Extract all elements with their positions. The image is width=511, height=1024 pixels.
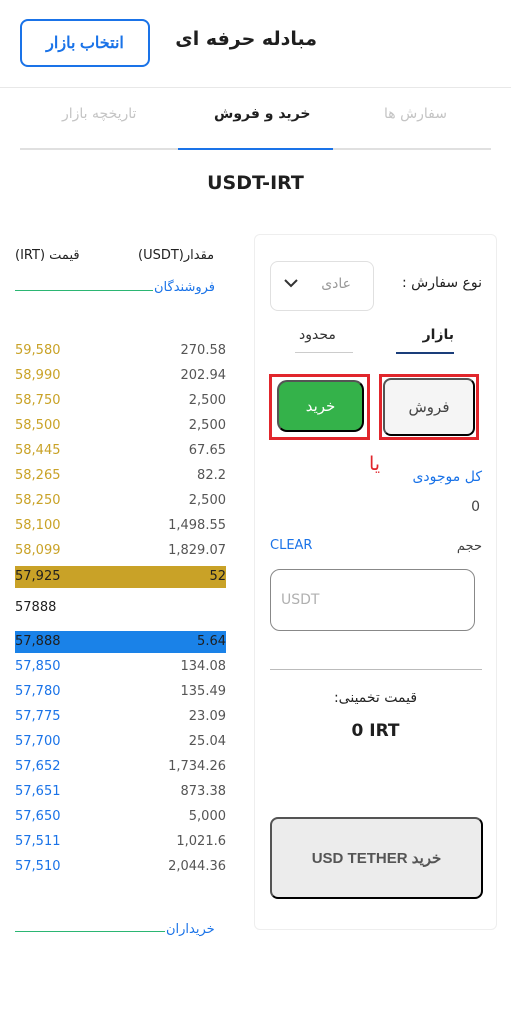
best-ask-row[interactable]: 57,925 52	[15, 566, 226, 588]
bid-qty: 5.64	[197, 634, 226, 649]
bid-row[interactable]: 57,700 25.04	[15, 731, 226, 753]
bid-price: 57,775	[15, 709, 61, 724]
ask-qty: 2,500	[188, 393, 226, 408]
ask-price: 59,580	[15, 343, 61, 358]
bid-row[interactable]: 57,510 2,044.36	[15, 856, 226, 878]
page-title: مبادله حرفه ای	[175, 28, 317, 50]
buy-button[interactable]: خرید	[277, 380, 364, 432]
ask-qty: 82.2	[197, 468, 226, 483]
sell-button[interactable]: فروش	[383, 378, 475, 436]
ask-row[interactable]: 59,580 270.58	[15, 340, 226, 362]
bid-qty: 2,044.36	[168, 859, 226, 874]
ask-price: 58,250	[15, 493, 61, 508]
ask-qty: 2,500	[188, 418, 226, 433]
ask-row[interactable]: 58,500 2,500	[15, 415, 226, 437]
limit-tab-underline	[295, 352, 353, 353]
estimated-price-label: قیمت تخمینی:	[333, 690, 418, 706]
ask-qty: 1,498.55	[168, 518, 226, 533]
total-balance-label[interactable]: کل موجودی	[412, 469, 482, 485]
ask-price: 58,099	[15, 543, 61, 558]
ask-qty: 1,829.07	[168, 543, 226, 558]
tab-trade[interactable]: خرید و فروش	[214, 106, 311, 122]
bid-price: 57,652	[15, 759, 61, 774]
ask-row[interactable]: 58,100 1,498.55	[15, 515, 226, 537]
order-panel: نوع سفارش : عادی بازار محدود فروش خرید ی…	[254, 234, 497, 930]
ask-price: 58,445	[15, 443, 61, 458]
bid-row[interactable]: 57,780 135.49	[15, 681, 226, 703]
total-balance-value: 0	[471, 499, 480, 515]
ask-qty: 67.65	[188, 443, 226, 458]
bid-qty: 873.38	[180, 784, 227, 799]
submit-order-button[interactable]: خرید USD TETHER	[270, 817, 483, 899]
market-symbol: USDT-IRT	[207, 172, 304, 194]
select-market-button[interactable]: انتخاب بازار	[20, 19, 150, 67]
ask-qty: 2,500	[188, 493, 226, 508]
bid-price: 57,651	[15, 784, 61, 799]
order-type-select[interactable]: عادی	[270, 261, 374, 311]
bid-row[interactable]: 57,511 1,021.6	[15, 831, 226, 853]
ask-price: 58,500	[15, 418, 61, 433]
active-tab-indicator	[178, 148, 333, 150]
bid-price: 57,850	[15, 659, 61, 674]
top-header: انتخاب بازار مبادله حرفه ای	[0, 0, 511, 88]
or-annotation: یا	[369, 453, 381, 475]
bid-qty: 1,734.26	[168, 759, 226, 774]
bid-price: 57,888	[15, 634, 61, 649]
ask-price: 58,100	[15, 518, 61, 533]
volume-label: حجم	[456, 539, 482, 554]
estimated-price-value: 0 IRT	[351, 721, 400, 741]
volume-input[interactable]	[270, 569, 475, 631]
ask-price: 58,990	[15, 368, 61, 383]
sellers-label: فروشندگان	[154, 280, 216, 295]
tab-orders[interactable]: سفارش ها	[384, 106, 447, 122]
price-column-header: قیمت (IRT)	[15, 248, 80, 263]
tab-limit-order[interactable]: محدود	[299, 327, 336, 343]
ask-price: 57,925	[15, 569, 61, 584]
bid-row[interactable]: 57,652 1,734.26	[15, 756, 226, 778]
order-type-label: نوع سفارش :	[401, 275, 482, 291]
ask-qty: 270.58	[180, 343, 227, 358]
ask-row[interactable]: 58,445 67.65	[15, 440, 226, 462]
bid-qty: 25.04	[188, 734, 226, 749]
bid-qty: 1,021.6	[176, 834, 226, 849]
ask-row[interactable]: 58,250 2,500	[15, 490, 226, 512]
last-price: 57888	[15, 600, 57, 615]
bid-price: 57,700	[15, 734, 61, 749]
bid-price: 57,511	[15, 834, 61, 849]
bid-price: 57,650	[15, 809, 61, 824]
bid-row[interactable]: 57,651 873.38	[15, 781, 226, 803]
bid-price: 57,510	[15, 859, 61, 874]
chevron-down-icon	[283, 273, 299, 298]
bid-qty: 135.49	[180, 684, 227, 699]
ask-row[interactable]: 58,990 202.94	[15, 365, 226, 387]
panel-divider	[270, 669, 482, 670]
ask-price: 58,750	[15, 393, 61, 408]
bid-row[interactable]: 57,850 134.08	[15, 656, 226, 678]
sellers-divider	[15, 290, 153, 291]
best-bid-row[interactable]: 57,888 5.64	[15, 631, 226, 653]
ask-qty: 52	[209, 569, 226, 584]
order-type-value: عادی	[321, 276, 351, 292]
main-tabs: سفارش ها خرید و فروش تاریخچه بازار	[20, 88, 491, 150]
clear-button[interactable]: CLEAR	[270, 538, 312, 553]
bid-price: 57,780	[15, 684, 61, 699]
ask-row[interactable]: 58,099 1,829.07	[15, 540, 226, 562]
buyers-divider	[15, 931, 165, 932]
ask-qty: 202.94	[180, 368, 227, 383]
bid-qty: 23.09	[188, 709, 226, 724]
ask-row[interactable]: 58,750 2,500	[15, 390, 226, 412]
bid-row[interactable]: 57,775 23.09	[15, 706, 226, 728]
ask-row[interactable]: 58,265 82.2	[15, 465, 226, 487]
qty-column-header: مقدار(USDT)	[138, 248, 215, 263]
tab-market-history[interactable]: تاریخچه بازار	[62, 106, 136, 122]
buyers-label: خریداران	[166, 922, 215, 937]
ask-price: 58,265	[15, 468, 61, 483]
bid-qty: 5,000	[188, 809, 226, 824]
bid-qty: 134.08	[180, 659, 227, 674]
bid-row[interactable]: 57,650 5,000	[15, 806, 226, 828]
tab-market-order[interactable]: بازار	[423, 327, 454, 343]
market-tab-indicator	[396, 352, 454, 354]
